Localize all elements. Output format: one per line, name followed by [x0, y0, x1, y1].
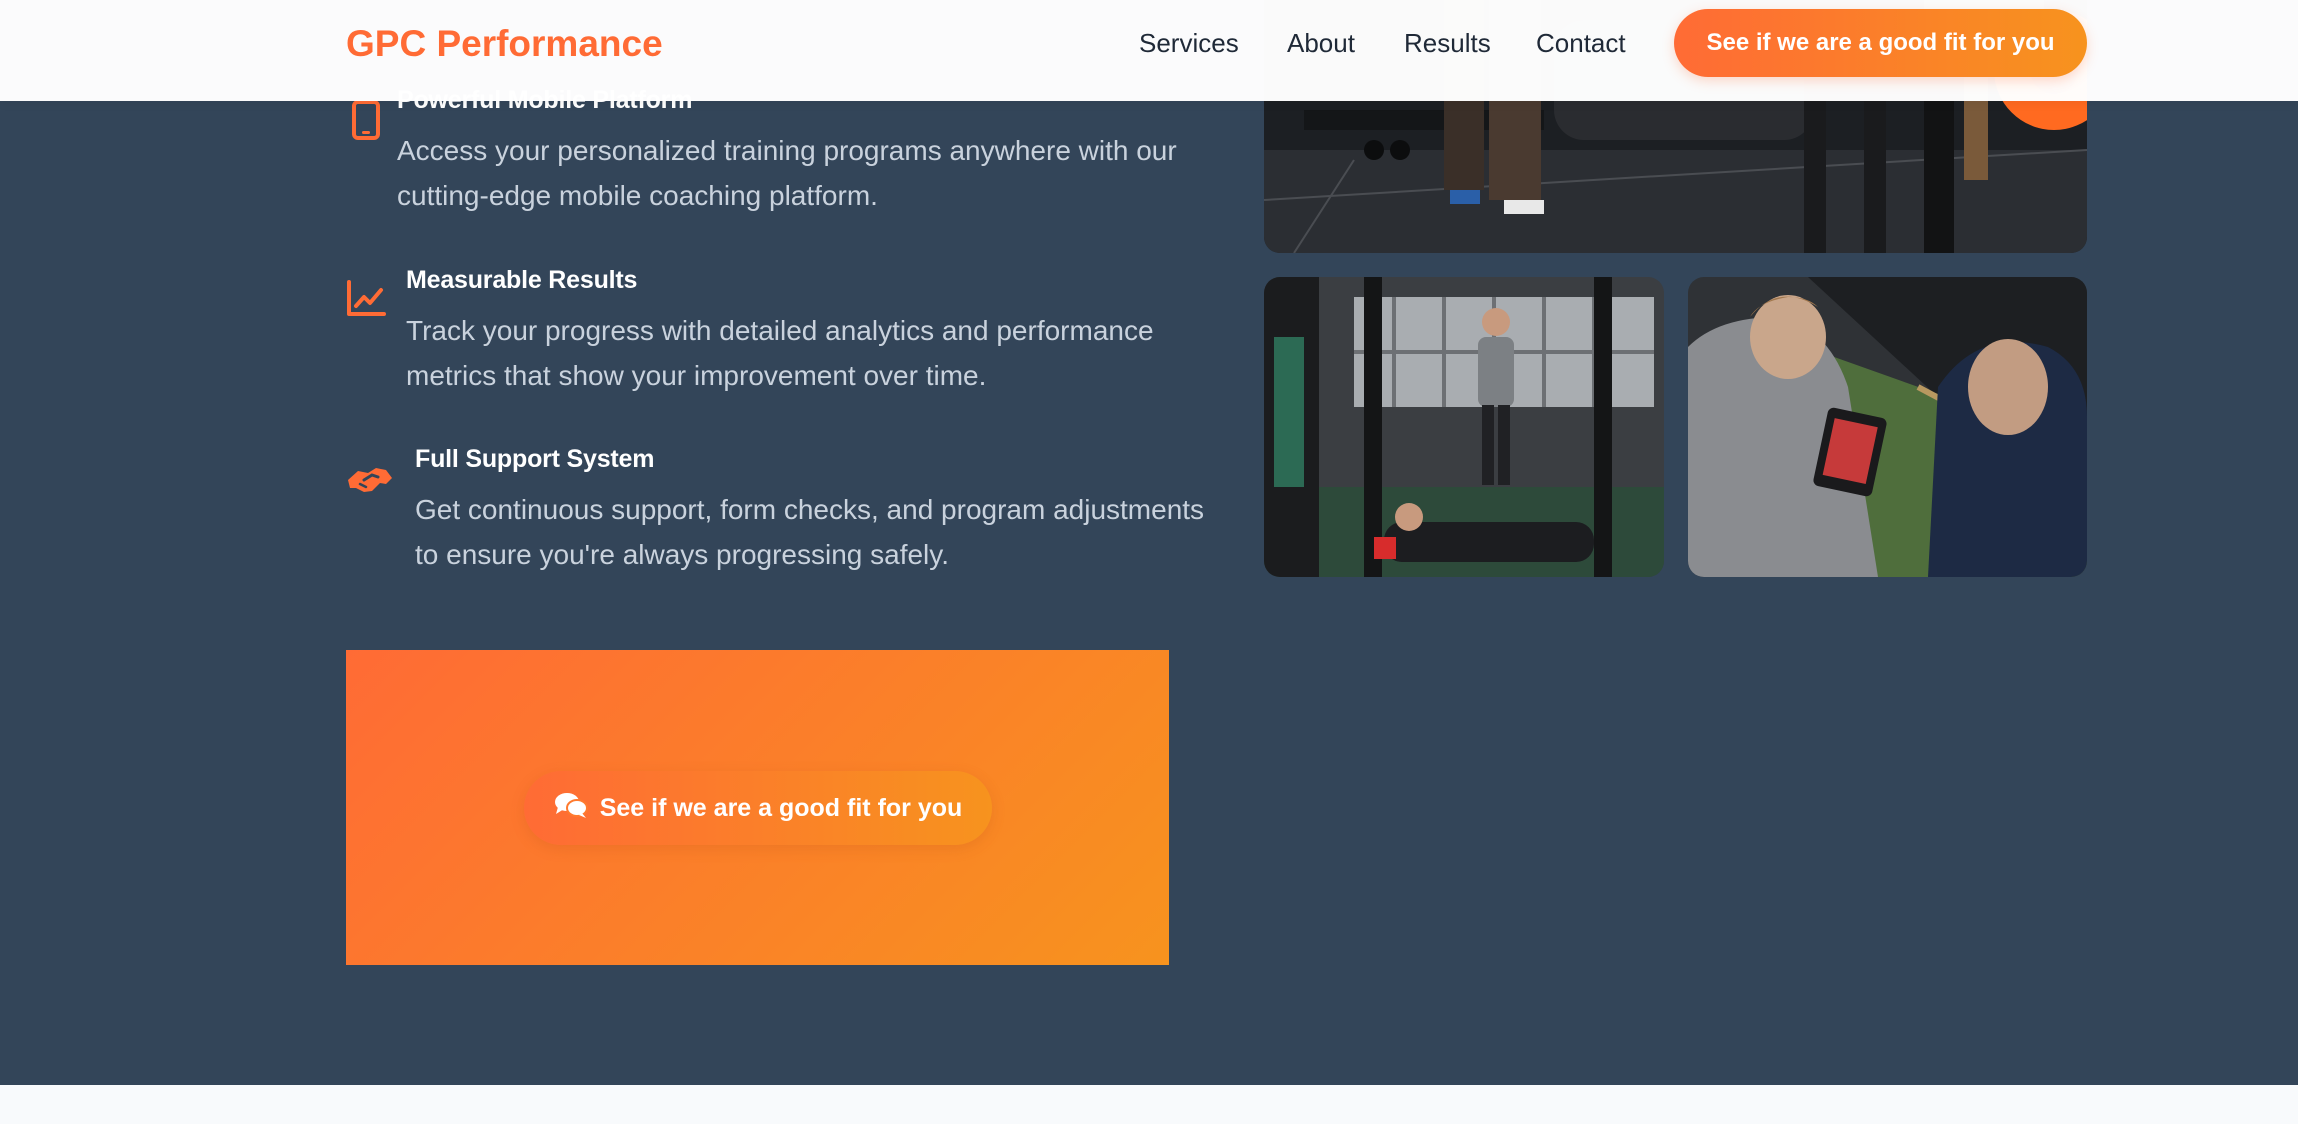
next-section — [0, 1085, 2298, 1124]
site-header: GPC Performance Services About Results C… — [0, 0, 2298, 101]
site-logo[interactable]: GPC Performance — [346, 20, 663, 68]
cta-box: See if we are a good fit for you — [346, 650, 1169, 965]
gym-photo-coach-supervising — [1264, 277, 1664, 577]
nav-link-results[interactable]: Results — [1404, 27, 1491, 59]
handshake-icon — [346, 458, 392, 502]
features-section: Powerful Mobile Platform Access your per… — [0, 0, 2298, 1085]
feature-description: Track your progress with detailed analyt… — [406, 315, 1154, 391]
gym-photo-tablet-review — [1688, 277, 2087, 577]
line-chart-icon — [346, 276, 386, 320]
chat-bubbles-icon — [554, 791, 588, 826]
header-good-fit-button[interactable]: See if we are a good fit for you — [1674, 9, 2087, 77]
good-fit-button[interactable]: See if we are a good fit for you — [524, 771, 992, 845]
feature-description: Access your personalized training progra… — [397, 135, 1177, 211]
mobile-phone-icon — [346, 98, 386, 142]
nav-link-services[interactable]: Services — [1139, 27, 1239, 59]
nav-link-contact[interactable]: Contact — [1536, 27, 1626, 59]
feature-title: Measurable Results — [406, 266, 638, 294]
nav-link-about[interactable]: About — [1287, 27, 1355, 59]
good-fit-button-label: See if we are a good fit for you — [599, 793, 963, 822]
feature-title: Full Support System — [415, 445, 655, 473]
feature-description: Get continuous support, form checks, and… — [415, 494, 1205, 570]
